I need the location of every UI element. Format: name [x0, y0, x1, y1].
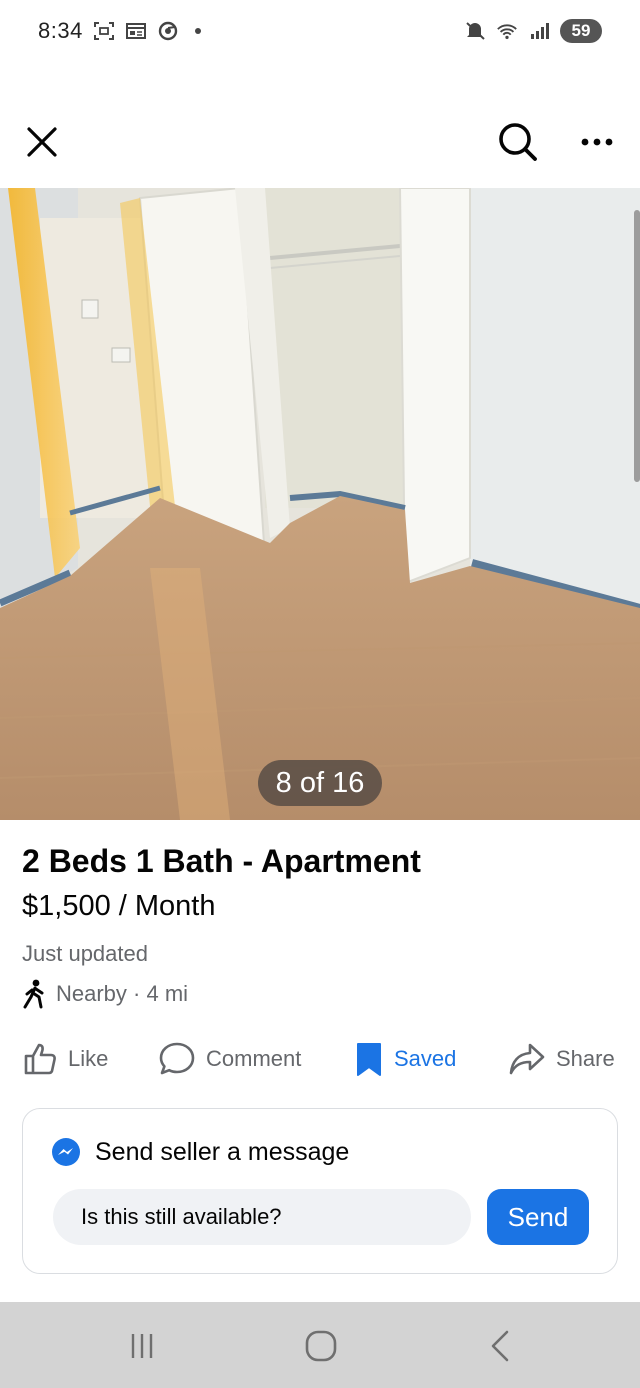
listing-price: $1,500 / Month — [22, 890, 216, 922]
home-icon — [305, 1330, 337, 1362]
share-label: Share — [556, 1046, 615, 1071]
bookmark-icon — [357, 1043, 381, 1076]
apartment-room-photo — [0, 188, 640, 820]
more-options-button[interactable] — [573, 118, 621, 166]
listing-photo[interactable] — [0, 188, 640, 820]
message-seller-card: Send seller a message Send — [22, 1108, 618, 1274]
status-right: 59 — [464, 19, 602, 43]
recent-apps-button[interactable] — [118, 1322, 166, 1370]
status-time: 8:34 — [38, 18, 83, 43]
saved-label: Saved — [394, 1046, 457, 1071]
notification-dot — [194, 28, 201, 34]
top-app-bar — [0, 100, 640, 184]
more-icon — [581, 138, 613, 146]
mute-icon — [464, 21, 486, 41]
system-nav-bar — [0, 1302, 640, 1388]
marketplace-listing-screen: 8:34 59 8 of 16 2 Beds 1 Bath - Apartmen… — [0, 0, 640, 1388]
status-bar: 8:34 59 — [0, 0, 640, 62]
saved-button[interactable]: Saved — [354, 1032, 456, 1086]
share-icon — [509, 1043, 545, 1075]
close-button[interactable] — [18, 118, 66, 166]
messenger-icon — [52, 1138, 80, 1166]
comment-icon — [159, 1042, 195, 1075]
wifi-icon — [496, 21, 518, 41]
message-card-title: Send seller a message — [95, 1137, 350, 1166]
thumbs-up-icon — [24, 1043, 56, 1075]
photo-scrollbar[interactable] — [634, 210, 640, 482]
like-button[interactable]: Like — [22, 1032, 108, 1086]
search-icon — [499, 123, 537, 161]
battery-icon: 59 — [560, 19, 602, 43]
search-button[interactable] — [494, 118, 542, 166]
distance-text: Nearby · 4 mi — [56, 981, 189, 1006]
updated-status: Just updated — [22, 941, 148, 966]
comment-label: Comment — [206, 1046, 302, 1071]
share-button[interactable]: Share — [508, 1032, 615, 1086]
chrome-icon — [157, 21, 179, 41]
back-button[interactable] — [476, 1322, 524, 1370]
back-icon — [491, 1330, 509, 1362]
like-label: Like — [68, 1046, 109, 1071]
distance-info: Nearby · 4 mi — [22, 978, 188, 1010]
close-icon — [27, 127, 57, 157]
listing-title: 2 Beds 1 Bath - Apartment — [22, 843, 421, 879]
home-button[interactable] — [297, 1322, 345, 1370]
comment-button[interactable]: Comment — [158, 1032, 301, 1086]
signal-icon — [528, 21, 550, 41]
walking-person-icon — [23, 979, 44, 1009]
send-button[interactable]: Send — [487, 1189, 589, 1245]
recent-apps-icon — [131, 1334, 153, 1358]
screenshot-icon — [93, 21, 115, 41]
photo-counter: 8 of 16 — [258, 760, 382, 806]
action-row: Like Comment Saved Share — [0, 1032, 640, 1086]
message-input[interactable] — [53, 1189, 471, 1245]
status-left: 8:34 — [38, 18, 201, 44]
news-icon — [125, 21, 147, 41]
message-card-header: Send seller a message — [51, 1137, 349, 1167]
